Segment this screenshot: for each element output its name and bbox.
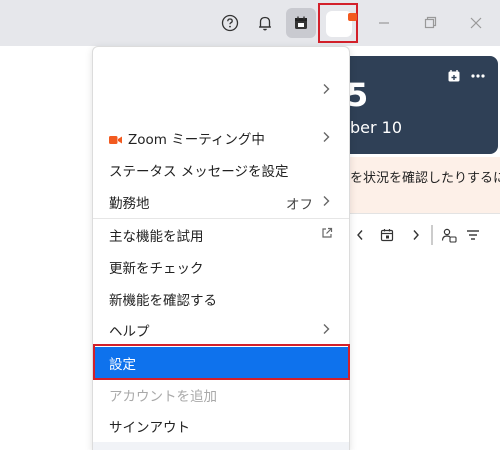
chevron-right-icon xyxy=(321,130,331,148)
menu-item-check-updates[interactable]: 更新をチェック xyxy=(93,251,349,283)
menu-item-help[interactable]: ヘルプ xyxy=(93,314,349,346)
menu-item-label: Zoom ミーティング中 xyxy=(128,132,265,148)
close-icon[interactable] xyxy=(461,8,491,38)
divider xyxy=(330,213,500,214)
notice-text: を状況を確認したりするに xyxy=(350,171,500,186)
minimize-icon[interactable] xyxy=(369,8,399,38)
menu-item-work-location[interactable]: 勤務地 オフ xyxy=(93,186,349,218)
work-location-value: オフ xyxy=(286,197,313,213)
avatar[interactable] xyxy=(326,11,357,37)
chevron-right-icon xyxy=(321,322,331,340)
menu-item-new-features[interactable]: 新機能を確認する xyxy=(93,283,349,315)
menu-item-profile[interactable] xyxy=(93,74,349,106)
calendar-toolbar xyxy=(330,220,500,250)
maximize-icon[interactable] xyxy=(415,8,445,38)
menu-item-label: 勤務地 xyxy=(109,196,150,212)
schedule-card: 5 ber 10 xyxy=(330,56,498,154)
zoom-video-icon xyxy=(109,133,122,144)
menu-item-sign-out[interactable]: サインアウト xyxy=(93,410,349,442)
menu-item-label: ヘルプ xyxy=(109,324,150,340)
menu-item-try-features[interactable]: 主な機能を試用 xyxy=(93,219,349,251)
menu-item-label: サインアウト xyxy=(109,420,190,436)
menu-item-settings[interactable]: 設定 xyxy=(93,347,349,379)
card-date-text: ber 10 xyxy=(350,118,403,137)
profile-menu: Zoom ミーティング中 ステータス メッセージを設定 勤務地 オフ 主な機能を… xyxy=(92,46,350,450)
menu-item-label: 新機能を確認する xyxy=(109,293,217,309)
chevron-right-icon[interactable] xyxy=(410,226,422,244)
more-options-icon[interactable] xyxy=(470,68,486,87)
calendar-app-icon[interactable] xyxy=(286,8,316,38)
external-link-icon xyxy=(321,227,333,243)
avatar-button[interactable] xyxy=(318,3,358,43)
notice-banner: を状況を確認したりするに xyxy=(330,157,500,213)
calendar-people-icon[interactable] xyxy=(440,226,458,244)
toolbar-divider xyxy=(431,225,433,245)
calendar-add-icon[interactable] xyxy=(447,68,461,87)
chevron-right-icon xyxy=(321,82,331,100)
menu-item-label: 更新をチェック xyxy=(109,261,204,277)
bell-icon[interactable] xyxy=(250,8,280,38)
chevron-left-icon[interactable] xyxy=(354,226,366,244)
menu-item-add-account[interactable]: アカウントを追加 xyxy=(93,379,349,411)
help-icon[interactable] xyxy=(215,8,245,38)
menu-item-label: アカウントを追加 xyxy=(109,389,217,405)
filter-icon[interactable] xyxy=(464,226,482,244)
menu-item-label: 設定 xyxy=(109,357,136,373)
menu-item-status-message[interactable]: ステータス メッセージを設定 xyxy=(93,154,349,186)
chevron-right-icon xyxy=(321,194,331,212)
menu-footer xyxy=(93,442,349,450)
calendar-icon[interactable] xyxy=(378,226,396,244)
menu-item-zoom-meeting[interactable]: Zoom ミーティング中 xyxy=(93,122,349,154)
menu-item-label: ステータス メッセージを設定 xyxy=(109,164,289,180)
menu-item-label: 主な機能を試用 xyxy=(109,229,204,245)
title-bar xyxy=(0,0,500,46)
zoom-status-icon xyxy=(348,13,357,21)
